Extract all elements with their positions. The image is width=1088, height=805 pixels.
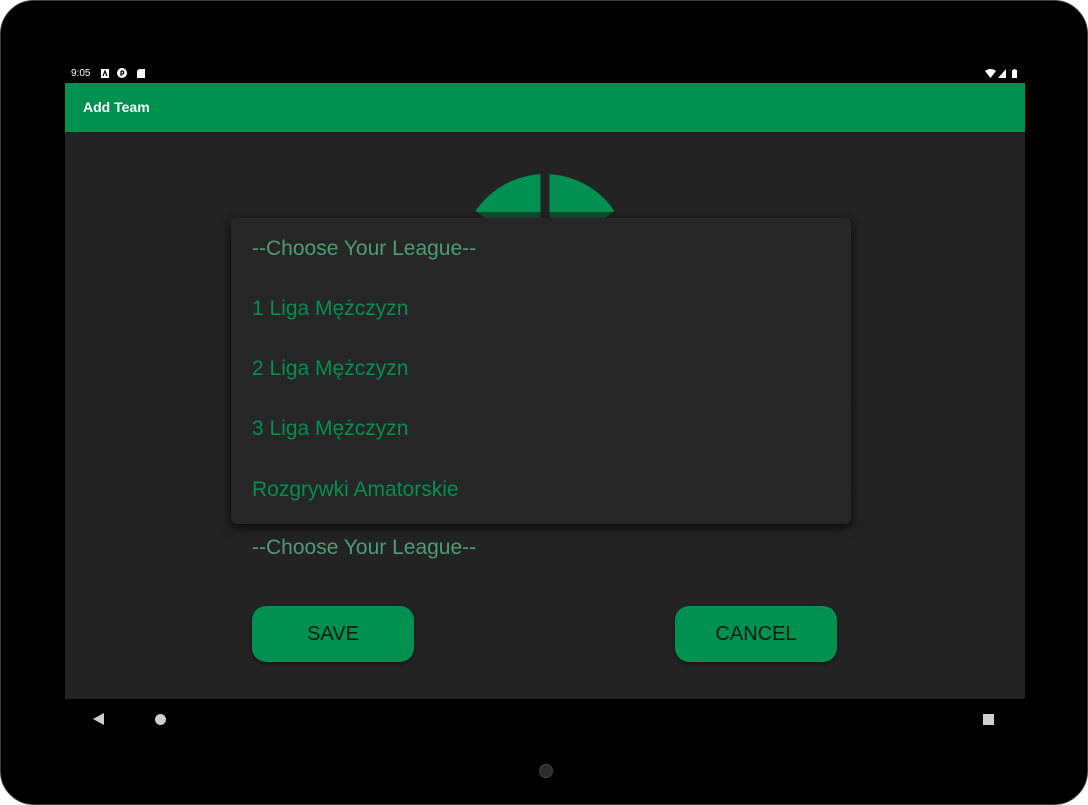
- home-icon[interactable]: [155, 714, 166, 725]
- league-spinner[interactable]: --Choose Your League--: [252, 536, 476, 560]
- wifi-icon: [985, 69, 996, 78]
- add-team-form: --Choose Your League-- SAVE CANCEL --Cho…: [65, 132, 1025, 699]
- recents-icon[interactable]: [983, 714, 994, 725]
- dropdown-item-3-liga[interactable]: 3 Liga Mężczyzn: [252, 417, 408, 441]
- status-bar: 9:05: [65, 65, 1025, 83]
- notification-p-icon: [117, 68, 127, 78]
- cancel-button[interactable]: CANCEL: [675, 606, 837, 662]
- battery-icon: [1012, 69, 1017, 78]
- tablet-frame: 9:05 Add Team --Choose Your League-- SAV…: [0, 0, 1088, 805]
- status-time: 9:05: [71, 68, 91, 79]
- screen: 9:05 Add Team --Choose Your League-- SAV…: [65, 65, 1025, 740]
- dropdown-item-rozgrywki-amatorskie[interactable]: Rozgrywki Amatorskie: [252, 478, 459, 502]
- notification-a-icon: [101, 69, 109, 78]
- league-dropdown-menu: --Choose Your League-- 1 Liga Mężczyzn 2…: [231, 218, 851, 524]
- dropdown-item-2-liga[interactable]: 2 Liga Mężczyzn: [252, 357, 408, 381]
- dropdown-item-placeholder[interactable]: --Choose Your League--: [252, 237, 476, 261]
- dropdown-item-1-liga[interactable]: 1 Liga Mężczyzn: [252, 297, 408, 321]
- camera-icon: [539, 764, 553, 778]
- signal-icon: [998, 69, 1006, 78]
- app-bar: Add Team: [65, 83, 1025, 132]
- navigation-bar: [65, 699, 1025, 740]
- save-button[interactable]: SAVE: [252, 606, 414, 662]
- app-bar-title: Add Team: [83, 99, 150, 115]
- back-icon[interactable]: [93, 713, 104, 725]
- sd-card-icon: [137, 69, 145, 78]
